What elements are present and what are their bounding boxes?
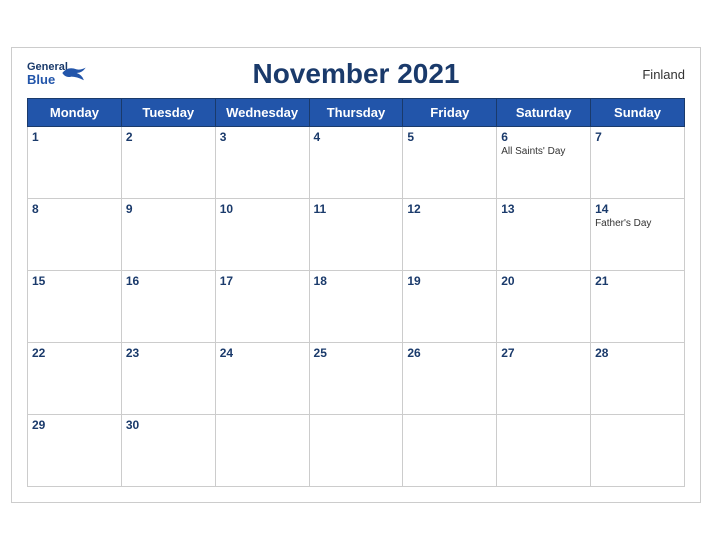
calendar-week-row: 22 23 24 25 26 27 28 xyxy=(28,343,685,415)
calendar-container: General Blue November 2021 Finland Monda… xyxy=(11,47,701,503)
calendar-day-cell: 19 xyxy=(403,271,497,343)
header-wednesday: Wednesday xyxy=(215,99,309,127)
calendar-day-cell: 4 xyxy=(309,127,403,199)
header-saturday: Saturday xyxy=(497,99,591,127)
calendar-grid: Monday Tuesday Wednesday Thursday Friday… xyxy=(27,98,685,487)
calendar-day-cell: 29 xyxy=(28,415,122,487)
calendar-day-cell: 2 xyxy=(121,127,215,199)
calendar-day-cell: 18 xyxy=(309,271,403,343)
calendar-header: General Blue November 2021 Finland xyxy=(27,58,685,90)
calendar-day-cell: 25 xyxy=(309,343,403,415)
day-number: 30 xyxy=(126,418,211,432)
calendar-day-cell: 30 xyxy=(121,415,215,487)
calendar-day-cell: 3 xyxy=(215,127,309,199)
day-number: 27 xyxy=(501,346,586,360)
calendar-day-cell: 17 xyxy=(215,271,309,343)
holiday-name: All Saints' Day xyxy=(501,146,586,158)
day-number: 8 xyxy=(32,202,117,216)
calendar-day-cell xyxy=(309,415,403,487)
day-number: 5 xyxy=(407,130,492,144)
day-number: 28 xyxy=(595,346,680,360)
calendar-day-cell: 15 xyxy=(28,271,122,343)
day-number: 10 xyxy=(220,202,305,216)
day-number: 26 xyxy=(407,346,492,360)
holiday-name: Father's Day xyxy=(595,218,680,230)
day-number: 29 xyxy=(32,418,117,432)
day-number: 23 xyxy=(126,346,211,360)
calendar-week-row: 29 30 xyxy=(28,415,685,487)
day-number: 4 xyxy=(314,130,399,144)
day-number: 7 xyxy=(595,130,680,144)
calendar-day-cell: 28 xyxy=(591,343,685,415)
header-thursday: Thursday xyxy=(309,99,403,127)
day-number: 20 xyxy=(501,274,586,288)
calendar-week-row: 89 10 11 12 13 14 Father's Day xyxy=(28,199,685,271)
day-number: 15 xyxy=(32,274,117,288)
header-monday: Monday xyxy=(28,99,122,127)
calendar-day-cell: 22 xyxy=(28,343,122,415)
day-number: 9 xyxy=(126,202,211,216)
day-number: 24 xyxy=(220,346,305,360)
calendar-day-cell: 12 xyxy=(403,199,497,271)
calendar-title: November 2021 xyxy=(252,58,459,90)
header-sunday: Sunday xyxy=(591,99,685,127)
calendar-day-cell xyxy=(403,415,497,487)
calendar-day-cell: 7 xyxy=(591,127,685,199)
day-number: 17 xyxy=(220,274,305,288)
day-number: 6 xyxy=(501,130,586,144)
calendar-day-cell: 8 xyxy=(28,199,122,271)
calendar-day-cell xyxy=(497,415,591,487)
calendar-day-cell: 14 Father's Day xyxy=(591,199,685,271)
logo-bird-icon xyxy=(60,64,88,82)
day-number: 13 xyxy=(501,202,586,216)
calendar-day-cell: 21 xyxy=(591,271,685,343)
day-number: 18 xyxy=(314,274,399,288)
day-number: 3 xyxy=(220,130,305,144)
calendar-day-cell: 26 xyxy=(403,343,497,415)
weekday-header-row: Monday Tuesday Wednesday Thursday Friday… xyxy=(28,99,685,127)
header-tuesday: Tuesday xyxy=(121,99,215,127)
calendar-week-row: 15 16 17 18 19 20 21 xyxy=(28,271,685,343)
day-number: 12 xyxy=(407,202,492,216)
calendar-day-cell: 20 xyxy=(497,271,591,343)
calendar-body: 123456All Saints' Day7891011121314Father… xyxy=(28,127,685,487)
calendar-day-cell: 9 xyxy=(121,199,215,271)
day-number: 2 xyxy=(126,130,211,144)
logo-blue-text: Blue xyxy=(27,73,55,86)
day-number: 16 xyxy=(126,274,211,288)
calendar-day-cell: 16 xyxy=(121,271,215,343)
header-friday: Friday xyxy=(403,99,497,127)
day-number: 14 xyxy=(595,202,680,216)
calendar-day-cell: 23 xyxy=(121,343,215,415)
logo: General Blue xyxy=(27,62,68,86)
day-number: 19 xyxy=(407,274,492,288)
day-number: 22 xyxy=(32,346,117,360)
calendar-day-cell: 5 xyxy=(403,127,497,199)
calendar-day-cell: 10 xyxy=(215,199,309,271)
calendar-day-cell xyxy=(591,415,685,487)
calendar-day-cell: 27 xyxy=(497,343,591,415)
day-number: 11 xyxy=(314,202,399,216)
calendar-day-cell: 1 xyxy=(28,127,122,199)
day-number: 1 xyxy=(32,130,117,144)
calendar-day-cell: 6 All Saints' Day xyxy=(497,127,591,199)
calendar-week-row: 123456 All Saints' Day 7 xyxy=(28,127,685,199)
day-number: 25 xyxy=(314,346,399,360)
calendar-day-cell xyxy=(215,415,309,487)
calendar-day-cell: 11 xyxy=(309,199,403,271)
calendar-day-cell: 24 xyxy=(215,343,309,415)
day-number: 21 xyxy=(595,274,680,288)
country-label: Finland xyxy=(642,67,685,82)
calendar-day-cell: 13 xyxy=(497,199,591,271)
